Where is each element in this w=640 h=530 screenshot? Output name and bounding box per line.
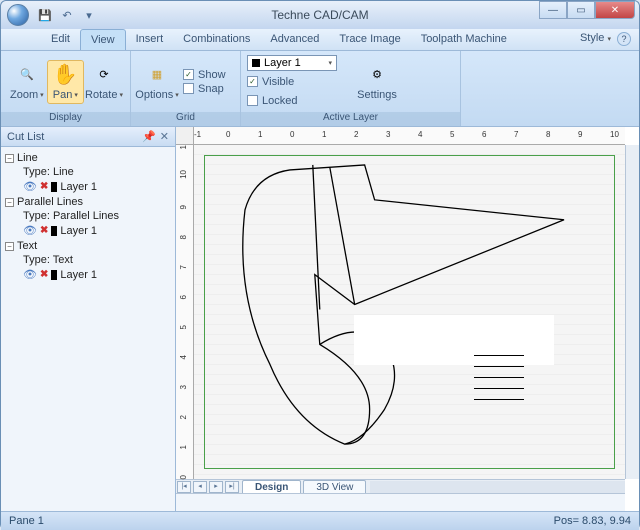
zoom-button[interactable]: 🔍 Zoom▾	[7, 60, 47, 104]
tree-type-row: Type: Parallel Lines	[23, 209, 171, 223]
swatch-icon	[51, 270, 57, 280]
titlebar: 💾 ↶ ▾ Techne CAD/CAM — ▭ ✕	[1, 1, 639, 29]
gear-icon: ⚙	[365, 63, 389, 87]
ribbon: 🔍 Zoom▾ ✋ Pan▾ ⟳ Rotate▾ Display ▦ Optio…	[1, 51, 639, 127]
parallel-lines	[474, 345, 524, 410]
bottom-nav-row: |◂ ◂ ▸ ▸| Design 3D View	[176, 479, 625, 493]
grid-options-button[interactable]: ▦ Options▾	[137, 60, 177, 104]
show-grid-checkbox[interactable]: ✓Show	[183, 69, 226, 81]
eye-icon[interactable]: 👁	[23, 268, 37, 281]
group-grid: ▦ Options▾ ✓Show Snap Grid	[131, 51, 241, 126]
tab-trace-image[interactable]: Trace Image	[329, 29, 410, 50]
ruler-corner	[176, 127, 194, 145]
layer-select[interactable]: Layer 1▾	[247, 55, 337, 71]
tree-node-line[interactable]: −Line Type: Line 👁✖Layer 1	[5, 151, 171, 194]
group-display: 🔍 Zoom▾ ✋ Pan▾ ⟳ Rotate▾ Display	[1, 51, 131, 126]
cutlist-tree: −Line Type: Line 👁✖Layer 1 −Parallel Lin…	[1, 147, 175, 287]
cutlist-title: Cut List	[7, 131, 44, 143]
canvas[interactable]	[194, 145, 625, 479]
tree-node-parallel[interactable]: −Parallel Lines Type: Parallel Lines 👁✖L…	[5, 195, 171, 238]
eye-icon[interactable]: 👁	[23, 180, 37, 193]
nav-first-icon[interactable]: |◂	[177, 481, 191, 493]
tab-view[interactable]: View	[80, 29, 126, 50]
help-button[interactable]: ?	[617, 32, 631, 46]
zoom-icon: 🔍	[15, 63, 39, 87]
window-title: Techne CAD/CAM	[271, 8, 368, 22]
tree-layer-row: 👁✖Layer 1	[23, 267, 171, 282]
menu-tabs: Edit View Insert Combinations Advanced T…	[1, 29, 639, 51]
text-region	[354, 315, 554, 365]
nav-last-icon[interactable]: ▸|	[225, 481, 239, 493]
tree-node-text[interactable]: −Text Type: Text 👁✖Layer 1	[5, 239, 171, 282]
group-active-layer-title: Active Layer	[241, 112, 460, 126]
group-grid-title: Grid	[131, 112, 240, 126]
drawing-layer	[194, 145, 625, 479]
cutlist-panel: Cut List 📌 ✕ −Line Type: Line 👁✖Layer 1 −…	[1, 127, 176, 511]
panel-close-icon[interactable]: ✕	[160, 130, 169, 143]
rotate-button[interactable]: ⟳ Rotate▾	[84, 60, 124, 104]
swatch-icon	[51, 226, 57, 236]
maximize-button[interactable]: ▭	[567, 1, 595, 19]
delete-icon[interactable]: ✖	[40, 269, 48, 280]
close-button[interactable]: ✕	[595, 1, 635, 19]
layer-visible-checkbox[interactable]: ✓Visible	[247, 76, 337, 88]
quick-access-toolbar: 💾 ↶ ▾	[37, 7, 97, 23]
tab-advanced[interactable]: Advanced	[260, 29, 329, 50]
delete-icon[interactable]: ✖	[40, 181, 48, 192]
snap-grid-checkbox[interactable]: Snap	[183, 83, 226, 95]
rotate-icon: ⟳	[92, 63, 116, 87]
style-dropdown[interactable]: Style ▾	[580, 32, 611, 44]
bottom-spacer	[176, 493, 625, 511]
view-tab-3d[interactable]: 3D View	[303, 480, 366, 494]
tree-type-row: Type: Line	[23, 165, 171, 179]
tree-layer-row: 👁✖Layer 1	[23, 179, 171, 194]
expander-icon[interactable]: −	[5, 154, 14, 163]
group-active-layer: Layer 1▾ ✓Visible Locked ⚙ Settings Acti…	[241, 51, 461, 126]
statusbar: Pane 1 Pos= 8.83, 9.94	[1, 511, 639, 530]
ruler-vertical: 0123456789101	[176, 145, 194, 479]
canvas-area: -101012345678910 0123456789101 |◂ ◂ ▸ ▸|…	[176, 127, 639, 511]
nav-next-icon[interactable]: ▸	[209, 481, 223, 493]
pan-button[interactable]: ✋ Pan▾	[47, 60, 84, 104]
ruler-horizontal: -101012345678910	[194, 127, 625, 145]
tab-insert[interactable]: Insert	[126, 29, 174, 50]
status-pane: Pane 1	[9, 515, 44, 527]
redo-icon[interactable]: ▾	[81, 7, 97, 23]
tree-layer-row: 👁✖Layer 1	[23, 223, 171, 238]
undo-icon[interactable]: ↶	[59, 7, 75, 23]
tree-type-row: Type: Text	[23, 253, 171, 267]
tab-toolpath-machine[interactable]: Toolpath Machine	[411, 29, 517, 50]
expander-icon[interactable]: −	[5, 198, 14, 207]
pan-icon: ✋	[53, 63, 77, 87]
delete-icon[interactable]: ✖	[40, 225, 48, 236]
status-pos: Pos= 8.83, 9.94	[554, 515, 631, 527]
vertical-scrollbar[interactable]	[625, 145, 639, 479]
minimize-button[interactable]: —	[539, 1, 567, 19]
grid-icon: ▦	[145, 63, 169, 87]
view-tab-design[interactable]: Design	[242, 480, 301, 494]
horizontal-scrollbar[interactable]	[370, 481, 625, 493]
nav-prev-icon[interactable]: ◂	[193, 481, 207, 493]
layer-settings-button[interactable]: ⚙ Settings	[357, 60, 397, 104]
cutlist-header: Cut List 📌 ✕	[1, 127, 175, 147]
pin-icon[interactable]: 📌	[142, 130, 156, 143]
expander-icon[interactable]: −	[5, 242, 14, 251]
tab-combinations[interactable]: Combinations	[173, 29, 260, 50]
eye-icon[interactable]: 👁	[23, 224, 37, 237]
swatch-icon	[51, 182, 57, 192]
tab-edit[interactable]: Edit	[41, 29, 80, 50]
layer-locked-checkbox[interactable]: Locked	[247, 95, 337, 107]
app-orb-button[interactable]	[7, 4, 29, 26]
group-display-title: Display	[1, 112, 130, 126]
window-buttons: — ▭ ✕	[539, 1, 635, 19]
main-area: Cut List 📌 ✕ −Line Type: Line 👁✖Layer 1 −…	[1, 127, 639, 511]
save-icon[interactable]: 💾	[37, 7, 53, 23]
